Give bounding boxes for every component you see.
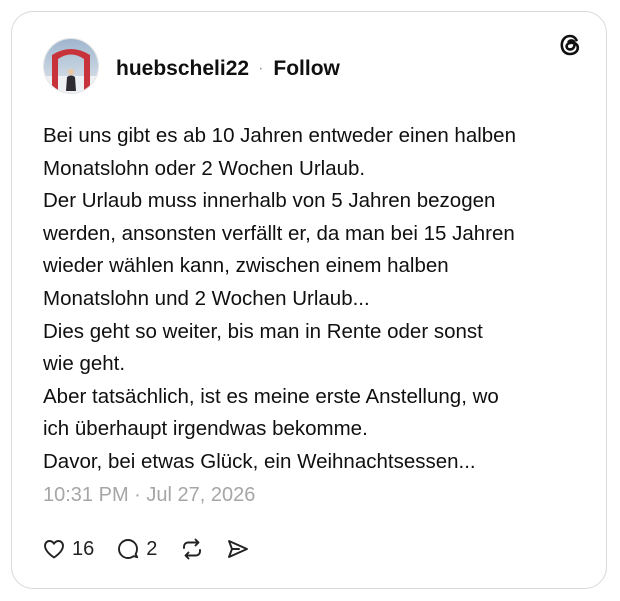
post-header: huebscheli22 · Follow [116, 56, 340, 82]
post-line: Der Urlaub muss innerhalb von 5 Jahren b… [43, 189, 496, 213]
username[interactable]: huebscheli22 [116, 57, 249, 81]
repost-button[interactable] [179, 537, 205, 561]
heart-icon [44, 540, 64, 559]
repost-icon [183, 538, 202, 560]
post-line: wieder wählen kann, zwischen einem halbe… [43, 254, 449, 278]
post-line: werden, ansonsten verfällt er, da man be… [43, 221, 515, 245]
share-button[interactable] [225, 537, 251, 561]
post-line: Dies geht so weiter, bis man in Rente od… [43, 319, 483, 343]
post-line: Monatslohn oder 2 Wochen Urlaub. [43, 156, 366, 180]
speech-bubble-icon [118, 539, 139, 559]
post-line: Bei uns gibt es ab 10 Jahren entweder ei… [43, 124, 516, 147]
post-line: wie geht. [43, 352, 126, 376]
reply-count: 2 [146, 537, 158, 560]
action-bar: 16 2 [42, 534, 251, 564]
like-count: 16 [72, 537, 95, 560]
send-icon [228, 540, 249, 558]
post-line: Davor, bei etwas Glück, ein Weihnachtses… [43, 449, 476, 473]
like-button[interactable]: 16 [42, 537, 94, 561]
header-separator: · [258, 60, 264, 77]
threads-logo-icon[interactable] [557, 32, 583, 58]
follow-button[interactable]: Follow [273, 57, 340, 81]
reply-button[interactable]: 2 [116, 537, 157, 561]
avatar[interactable] [43, 38, 99, 94]
post-line: ich überhaupt irgendwas bekomme. [43, 417, 368, 441]
post-line: Monatslohn und 2 Wochen Urlaub... [43, 286, 370, 310]
post-body: Bei uns gibt es ab 10 Jahren entweder ei… [43, 120, 588, 479]
post-card: huebscheli22 · Follow Bei uns gibt es ab… [11, 11, 607, 589]
post-timestamp[interactable]: 10:31 PM · Jul 27, 2026 [43, 484, 255, 507]
post-line: Aber tatsächlich, ist es meine erste Ans… [43, 384, 499, 408]
avatar-image [44, 39, 98, 93]
